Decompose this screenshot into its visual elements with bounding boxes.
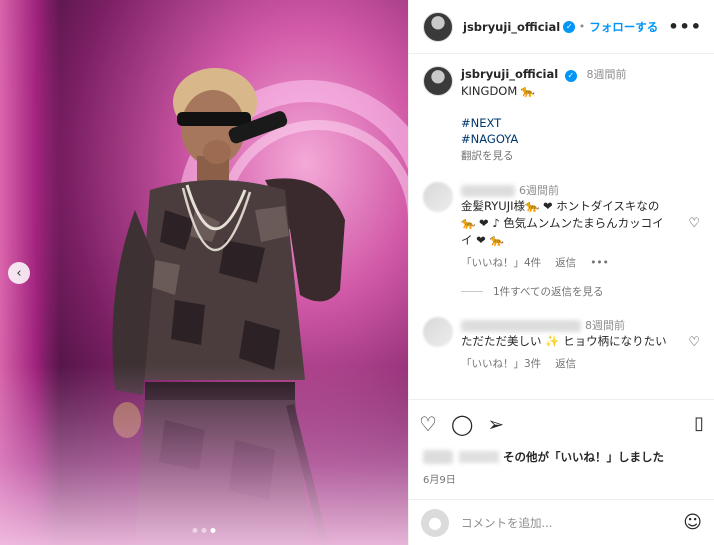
chevron-left-icon: ‹ (16, 265, 22, 281)
like-comment-heart-icon[interactable]: ♡ (688, 216, 700, 231)
liker-username (459, 451, 499, 463)
share-paper-plane-icon[interactable]: ➢ (487, 414, 504, 434)
comment-likes[interactable]: 「いいね！」4件 (461, 255, 541, 270)
separator-dot: • (575, 20, 586, 33)
view-replies[interactable]: 1件すべての返信を見る (461, 284, 700, 299)
commenter-username[interactable] (461, 320, 581, 332)
carousel-dot-active (210, 528, 216, 533)
comment-item: 8週間前 ただただ美しい ✨ ヒョウ柄になりたい 「いいね！」3件 返信 ♡ (423, 317, 700, 371)
caption-username[interactable]: jsbryuji_official (461, 67, 558, 81)
comment-input[interactable]: コメントを追加... (461, 515, 552, 531)
add-comment-bar: ● コメントを追加... ☺ (409, 499, 714, 545)
post-detail-panel: jsbryuji_official ✓ • フォローする ••• jsbryuj… (408, 0, 714, 545)
caption: jsbryuji_official ✓ 8週間前 KINGDOM 🐆 #NEXT… (423, 66, 700, 164)
caption-author-avatar[interactable] (423, 66, 453, 96)
reply-button[interactable]: 返信 (555, 255, 576, 270)
carousel-indicator (192, 528, 216, 533)
commenter-username[interactable] (461, 185, 515, 197)
instagram-post: ‹ jsbryuji_official ✓ • フォローする ••• jsbry… (0, 0, 714, 545)
comment-time: 6週間前 (519, 184, 559, 197)
likes-summary[interactable]: その他が「いいね！」しました (409, 447, 714, 467)
comment-text: ただただ美しい ✨ ヒョウ柄になりたい (461, 334, 667, 348)
likes-text: その他が「いいね！」しました (503, 450, 664, 464)
carousel-prev-button[interactable]: ‹ (8, 262, 30, 284)
author-avatar[interactable] (423, 11, 453, 42)
heart-icon[interactable]: ♡ (419, 414, 437, 434)
hashtag-link[interactable]: #NEXT (461, 115, 627, 131)
verified-badge-icon: ✓ (563, 20, 576, 33)
bookmark-icon[interactable]: ▯ (694, 414, 704, 433)
commenter-avatar[interactable] (423, 182, 453, 212)
more-options-icon[interactable]: ••• (668, 17, 702, 36)
carousel-dot (201, 528, 207, 533)
action-bar: ♡ ◯ ➢ ▯ (409, 399, 714, 447)
emoji-icon[interactable]: ☺ (683, 512, 702, 533)
comments-section: jsbryuji_official ✓ 8週間前 KINGDOM 🐆 #NEXT… (409, 54, 714, 399)
post-date: 6月9日 (423, 475, 456, 486)
post-photo[interactable]: ‹ (0, 0, 408, 545)
translate-link[interactable]: 翻訳を見る (461, 150, 514, 162)
follow-button[interactable]: フォローする (589, 19, 658, 35)
user-avatar-icon: ● (421, 508, 449, 537)
author-username[interactable]: jsbryuji_official (463, 20, 560, 34)
caption-time: 8週間前 (586, 68, 627, 81)
comment-more-icon[interactable]: ••• (590, 257, 609, 269)
verified-badge-icon: ✓ (564, 70, 577, 82)
comment-item: 6週間前 金髪RYUJI様🐆 ❤ ホントダイスキなの🐆 ❤ ♪ 色気ムンムンたま… (423, 182, 700, 270)
commenter-avatar[interactable] (423, 317, 453, 347)
view-replies-label: 1件すべての返信を見る (493, 286, 604, 298)
comment-bubble-icon[interactable]: ◯ (451, 414, 473, 434)
carousel-dot (192, 528, 198, 533)
stage-smoke (0, 365, 408, 545)
hashtag-link[interactable]: #NAGOYA (461, 131, 627, 147)
post-header: jsbryuji_official ✓ • フォローする ••• (409, 0, 714, 54)
comment-text: 金髪RYUJI様🐆 ❤ ホントダイスキなの🐆 ❤ ♪ 色気ムンムンたまらんカッコ… (461, 199, 664, 247)
caption-text: KINGDOM 🐆 (461, 84, 536, 98)
divider-line (461, 291, 483, 292)
liker-avatars (423, 450, 453, 464)
comment-likes[interactable]: 「いいね！」3件 (461, 356, 541, 371)
reply-button[interactable]: 返信 (555, 356, 576, 371)
like-comment-heart-icon[interactable]: ♡ (688, 335, 700, 350)
comment-time: 8週間前 (585, 319, 625, 332)
